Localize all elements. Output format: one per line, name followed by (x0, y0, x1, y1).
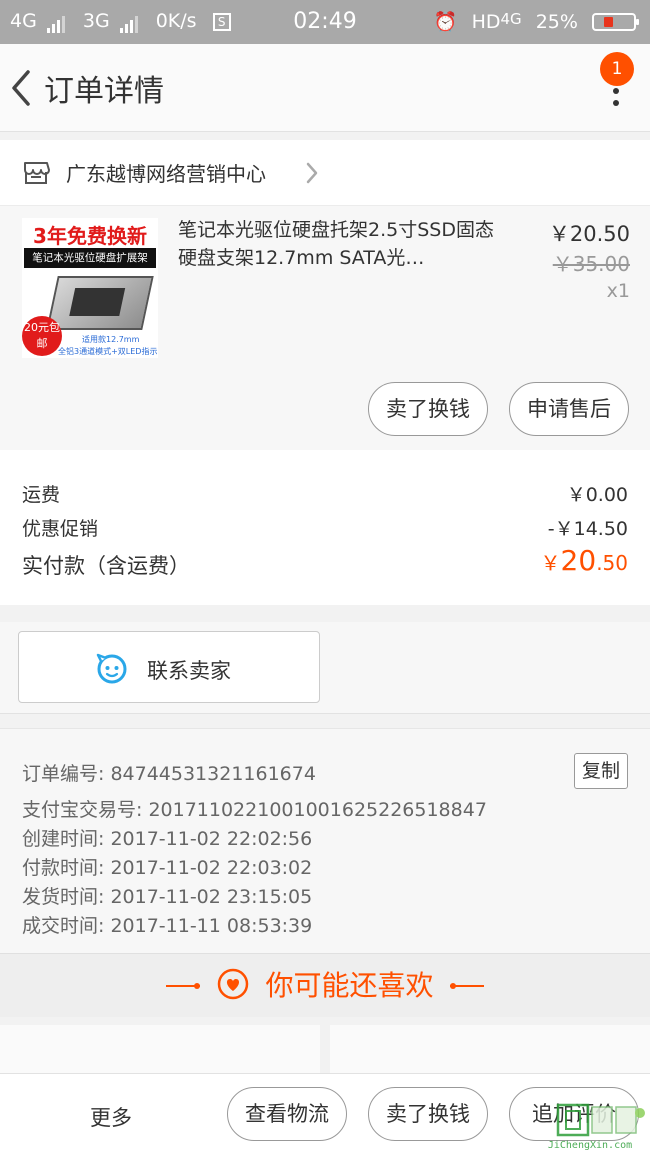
bottom-action-bar: 更多 查看物流 卖了换钱 追加评价 JiChengXin.com (0, 1073, 650, 1155)
product-thumbnail[interactable]: 3年免费换新 笔记本光驱位硬盘扩展架 20元包邮 适用款12.7mm 全铝3通道… (22, 218, 158, 358)
battery-icon (592, 13, 639, 31)
shop-row[interactable]: 广东越博网络营销中心 (0, 140, 650, 206)
completed-time: 成交时间: 2017-11-11 08:53:39 (22, 915, 313, 937)
created-time: 创建时间: 2017-11-02 22:02:56 (22, 828, 313, 850)
thumb-stamp: 20元包邮 (22, 316, 62, 356)
discount-value: -￥14.50 (547, 518, 628, 540)
network-type-3: 4G (500, 10, 522, 28)
hd-label: HD (471, 11, 501, 33)
total-decimal: .50 (596, 551, 628, 575)
thumb-banner: 笔记本光驱位硬盘扩展架 (24, 248, 156, 268)
contact-seller-button[interactable]: 联系卖家 (18, 631, 320, 703)
sell-for-cash-bottom-button[interactable]: 卖了换钱 (368, 1087, 488, 1141)
shop-name: 广东越博网络营销中心 (66, 162, 266, 186)
contact-seller-label: 联系卖家 (147, 659, 231, 683)
watermark-text: JiChengXin.com (547, 1140, 633, 1151)
discount-row: 优惠促销 -￥14.50 (22, 514, 628, 541)
discount-label: 优惠促销 (22, 518, 99, 540)
battery-level (604, 17, 613, 27)
product-original-price: ￥35.00 (552, 252, 630, 276)
order-info: 订单编号: 84744531321161674 复制 支付宝交易号: 20171… (0, 728, 650, 953)
status-right: ⏰ HD4G 25% (426, 10, 639, 33)
shipping-label: 运费 (22, 484, 61, 506)
heart-icon (217, 968, 248, 1000)
fee-summary: 运费 ￥0.00 优惠促销 -￥14.50 实付款（含运费） ￥20.50 (0, 450, 650, 605)
sell-for-cash-button[interactable]: 卖了换钱 (368, 382, 488, 436)
recommend-card[interactable] (0, 1025, 320, 1077)
shipping-row: 运费 ￥0.00 (22, 480, 628, 507)
recommend-title: 你可能还喜欢 (265, 969, 434, 1002)
alipay-trade-number: 支付宝交易号: 2017110221001001625226518847 (22, 799, 487, 821)
more-button[interactable]: 更多 (90, 1102, 132, 1132)
site-watermark: JiChengXin.com (534, 1103, 646, 1151)
total-row: 实付款（含运费） ￥20.50 (22, 544, 628, 580)
watermark-logo-icon (556, 1103, 645, 1137)
divider-right (450, 983, 485, 989)
divider-left (165, 983, 200, 989)
apply-after-sale-button[interactable]: 申请售后 (509, 382, 629, 436)
total-label: 实付款（含运费） (22, 554, 190, 578)
copy-button[interactable]: 复制 (574, 753, 628, 789)
thumb-headline: 3年免费换新 (33, 224, 147, 248)
recommend-cards (0, 1017, 650, 1077)
paid-time: 付款时间: 2017-11-02 22:03:02 (22, 857, 313, 879)
chat-face-icon (96, 653, 127, 684)
shop-icon (24, 162, 50, 184)
alarm-icon: ⏰ (433, 11, 458, 33)
total-value: ￥20.50 (541, 544, 628, 577)
shipped-time: 发货时间: 2017-11-02 23:15:05 (22, 886, 313, 908)
recommend-card[interactable] (330, 1025, 650, 1077)
product-title[interactable]: 笔记本光驱位硬盘托架2.5寸SSD固态硬盘支架12.7mm SATA光… (178, 216, 498, 272)
recommend-title-wrap: 你可能还喜欢 (0, 964, 650, 1004)
notification-badge: 1 (600, 52, 634, 86)
battery-percent: 25% (535, 11, 578, 33)
order-item: 3年免费换新 笔记本光驱位硬盘扩展架 20元包邮 适用款12.7mm 全铝3通道… (0, 206, 650, 450)
shipping-value: ￥0.00 (566, 484, 628, 506)
chevron-right-icon (306, 162, 318, 184)
recommend-header: 你可能还喜欢 (0, 953, 650, 1017)
thumb-caption-2: 全铝3通道模式+双LED指示灯 (58, 347, 158, 356)
status-bar: 4G 3G 0K/s S 02:49 ⏰ HD4G 25% (0, 0, 650, 44)
nav-bar: 订单详情 (0, 44, 650, 132)
page-title: 订单详情 (44, 74, 164, 109)
view-logistics-button[interactable]: 查看物流 (227, 1087, 347, 1141)
thumb-caption-1: 适用款12.7mm (82, 335, 140, 344)
order-number: 订单编号: 84744531321161674 (22, 763, 316, 785)
product-quantity: x1 (606, 280, 630, 302)
total-currency: ￥ (540, 551, 561, 575)
more-dot-icon (613, 88, 619, 94)
total-integer: 20 (560, 544, 597, 577)
product-caddy-image (46, 276, 154, 330)
product-price: ￥20.50 (548, 222, 630, 246)
more-dot-icon (613, 100, 619, 106)
back-button[interactable] (4, 64, 38, 112)
chevron-left-icon (12, 70, 30, 106)
